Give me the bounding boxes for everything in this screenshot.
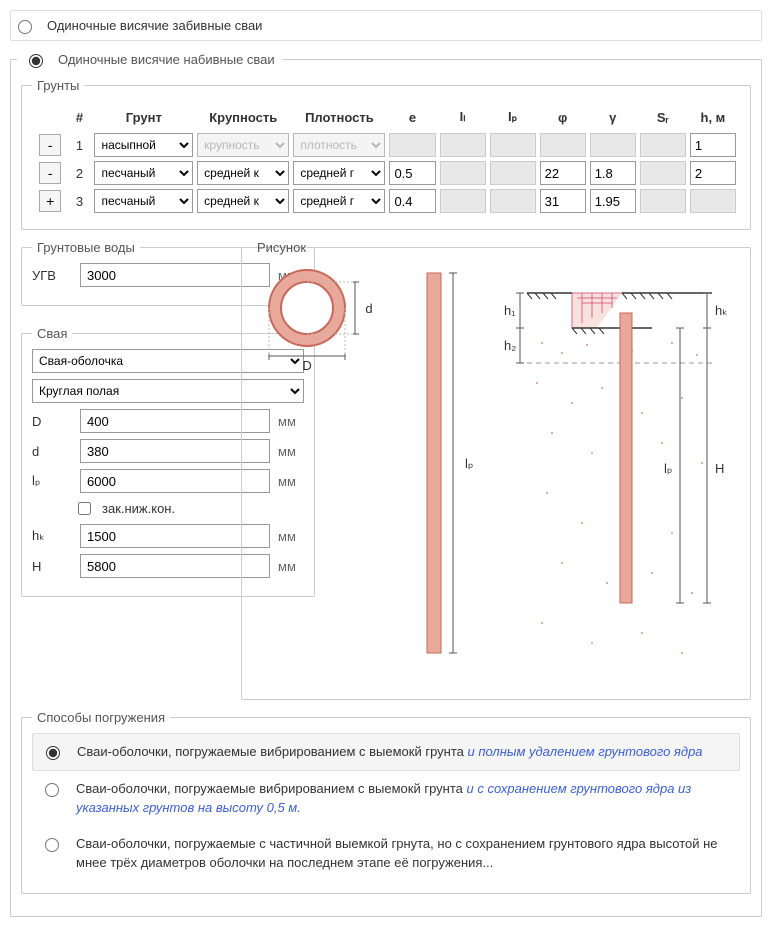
pile-diagram: D d	[252, 263, 740, 693]
d-label: d	[32, 444, 72, 459]
col-soil: Грунт	[94, 105, 193, 129]
sr-input	[640, 161, 686, 185]
sr-input	[640, 133, 686, 157]
option-bored-label: Одиночные висячие набивные сваи	[58, 52, 275, 67]
row-number: 3	[69, 189, 91, 213]
method-option[interactable]: Сваи-оболочки, погружаемые с частичной в…	[32, 826, 740, 881]
method-text: Сваи-оболочки, погружаемые с частичной в…	[76, 834, 732, 873]
col-phi: φ	[540, 105, 586, 129]
svg-text:h₁: h₁	[504, 303, 516, 318]
svg-text:hₖ: hₖ	[715, 303, 728, 318]
row-number: 1	[69, 133, 91, 157]
h-input	[690, 189, 736, 213]
ip-input	[490, 161, 536, 185]
il-input	[440, 189, 486, 213]
soil-select[interactable]: насыпной	[94, 133, 193, 157]
ip-input	[490, 133, 536, 157]
grain-select[interactable]: средней к	[197, 189, 289, 213]
density-select: плотность	[293, 133, 385, 157]
drawing-fieldset: Рисунок D	[241, 240, 751, 700]
svg-text:H: H	[715, 461, 724, 476]
option-driven-label: Одиночные висячие забивные сваи	[47, 18, 262, 33]
row-number: 2	[69, 161, 91, 185]
methods-legend: Способы погружения	[32, 710, 170, 725]
h-input[interactable]	[690, 133, 736, 157]
svg-text:h₂: h₂	[504, 338, 516, 353]
method-radio[interactable]	[46, 746, 60, 760]
col-e: e	[389, 105, 435, 129]
method-radio[interactable]	[45, 783, 59, 797]
soil-select[interactable]: песчаный	[94, 161, 193, 185]
col-num: #	[69, 105, 91, 129]
remove-row-button[interactable]: -	[39, 162, 61, 184]
phi-input[interactable]	[540, 161, 586, 185]
add-row-button[interactable]: +	[39, 190, 61, 212]
ip-input	[490, 189, 536, 213]
density-select[interactable]: средней г	[293, 189, 385, 213]
closed-end-checkbox[interactable]	[78, 502, 91, 515]
soil-row: - 2 песчаный средней к средней г	[36, 161, 736, 185]
method-option[interactable]: Сваи-оболочки, погружаемые вибрированием…	[32, 733, 740, 771]
h-input[interactable]	[690, 161, 736, 185]
col-h: h, м	[690, 105, 736, 129]
gamma-input[interactable]	[590, 161, 636, 185]
sr-input	[640, 189, 686, 213]
soils-legend: Грунты	[32, 78, 84, 93]
water-legend: Грунтовые воды	[32, 240, 140, 255]
col-gamma: γ	[590, 105, 636, 129]
e-input[interactable]	[389, 161, 435, 185]
option-driven-row[interactable]: Одиночные висячие забивные сваи	[10, 10, 762, 41]
hk-label: hₖ	[32, 528, 72, 544]
svg-text:lₚ: lₚ	[664, 461, 672, 476]
option-driven-radio[interactable]	[18, 20, 32, 34]
soil-row: - 1 насыпной крупность плотность	[36, 133, 736, 157]
method-text: Сваи-оболочки, погружаемые вибрированием…	[76, 779, 732, 818]
soils-table: # Грунт Крупность Плотность e Iₗ Iₚ φ γ …	[32, 101, 740, 217]
svg-text:d: d	[365, 301, 372, 316]
remove-row-button[interactable]: -	[39, 134, 61, 156]
gamma-input	[590, 133, 636, 157]
e-input[interactable]	[389, 189, 435, 213]
bored-section: Одиночные висячие набивные сваи Грунты #…	[10, 49, 762, 917]
phi-input	[540, 133, 586, 157]
soil-row: + 3 песчаный средней к средней г	[36, 189, 736, 213]
svg-text:lₚ: lₚ	[465, 456, 473, 471]
svg-text:D: D	[302, 358, 311, 373]
gamma-input[interactable]	[590, 189, 636, 213]
soil-select[interactable]: песчаный	[94, 189, 193, 213]
option-bored-radio[interactable]	[29, 54, 43, 68]
phi-input[interactable]	[540, 189, 586, 213]
col-density: Плотность	[293, 105, 385, 129]
il-input	[440, 133, 486, 157]
methods-fieldset: Способы погружения Сваи-оболочки, погруж…	[21, 710, 751, 894]
water-label: УГВ	[32, 268, 72, 283]
col-il: Iₗ	[440, 105, 486, 129]
density-select[interactable]: средней г	[293, 161, 385, 185]
grain-select[interactable]: средней к	[197, 161, 289, 185]
e-input	[389, 133, 435, 157]
col-grain: Крупность	[197, 105, 289, 129]
method-radio[interactable]	[45, 838, 59, 852]
method-option[interactable]: Сваи-оболочки, погружаемые вибрированием…	[32, 771, 740, 826]
drawing-legend: Рисунок	[252, 240, 311, 255]
col-sr: Sᵣ	[640, 105, 686, 129]
lp-label: lₚ	[32, 473, 72, 489]
grain-select: крупность	[197, 133, 289, 157]
H-label: H	[32, 559, 72, 574]
col-ip: Iₚ	[490, 105, 536, 129]
method-text: Сваи-оболочки, погружаемые вибрированием…	[77, 742, 731, 762]
soils-fieldset: Грунты # Грунт Крупность Плотность e Iₗ …	[21, 78, 751, 230]
il-input	[440, 161, 486, 185]
D-label: D	[32, 414, 72, 429]
pile-legend: Свая	[32, 326, 72, 341]
closed-end-label: зак.ниж.кон.	[102, 501, 175, 516]
